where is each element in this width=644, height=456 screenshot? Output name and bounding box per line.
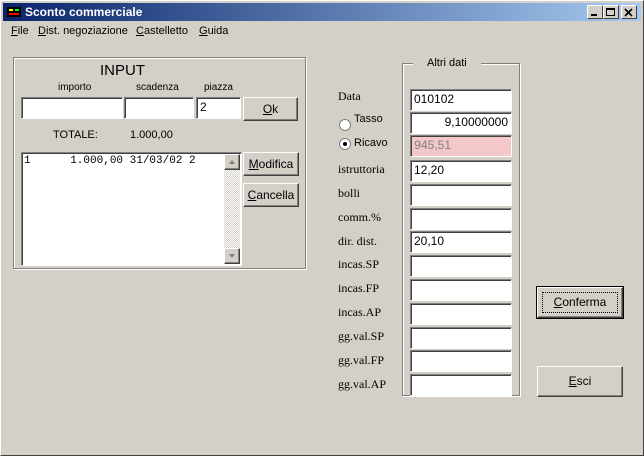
modifica-button[interactable]: Modifica bbox=[243, 152, 299, 176]
incas-fp-label: incas.FP bbox=[338, 281, 380, 295]
gg-val-fp-label: gg.val.FP bbox=[338, 353, 385, 367]
conferma-button[interactable]: Conferma bbox=[536, 286, 624, 319]
arrow-up-icon bbox=[229, 160, 235, 164]
minimize-button[interactable] bbox=[587, 5, 603, 19]
incas-fp-input[interactable] bbox=[410, 279, 512, 301]
ricavo-label[interactable]: Ricavo bbox=[354, 137, 388, 149]
gg-val-fp-input[interactable] bbox=[410, 350, 512, 372]
importo-label: importo bbox=[58, 82, 92, 93]
tasso-radio[interactable] bbox=[339, 119, 351, 131]
bolli-label: bolli bbox=[338, 186, 361, 200]
input-group-title: INPUT bbox=[100, 62, 145, 79]
window-title: Sconto commerciale bbox=[25, 5, 143, 19]
ricavo-value: 945,51 bbox=[410, 135, 512, 157]
arrow-down-icon bbox=[229, 254, 235, 258]
menu-guida[interactable]: Guida bbox=[199, 25, 228, 37]
comm-input[interactable] bbox=[410, 208, 512, 230]
dir-dist-input[interactable]: 20,10 bbox=[410, 231, 512, 253]
istruttoria-label: istruttoria bbox=[338, 162, 385, 176]
ricavo-radio[interactable] bbox=[339, 138, 351, 150]
entries-list[interactable]: 1 1.000,00 31/03/02 2 bbox=[21, 152, 242, 266]
gg-val-sp-label: gg.val.SP bbox=[338, 329, 385, 343]
piazza-input[interactable]: 2 bbox=[196, 97, 241, 119]
scroll-up-button[interactable] bbox=[224, 154, 240, 170]
incas-sp-label: incas.SP bbox=[338, 257, 380, 271]
totale-value: 1.000,00 bbox=[130, 129, 173, 141]
app-icon bbox=[7, 7, 21, 17]
bolli-input[interactable] bbox=[410, 184, 512, 206]
ricavo-radio-selected bbox=[343, 142, 347, 146]
data-label: Data bbox=[338, 89, 361, 103]
focus-rectangle bbox=[542, 292, 618, 313]
minimize-icon bbox=[591, 14, 597, 16]
scroll-down-button[interactable] bbox=[224, 248, 240, 264]
menu-file[interactable]: File bbox=[11, 25, 29, 37]
list-item[interactable]: 1 1.000,00 31/03/02 2 bbox=[24, 155, 223, 167]
main-window: Sconto commerciale File Dist. negoziazio… bbox=[0, 0, 644, 456]
menu-castelletto[interactable]: Castelletto bbox=[136, 25, 188, 37]
gg-val-ap-input[interactable] bbox=[410, 374, 512, 396]
esci-button[interactable]: Esci bbox=[537, 366, 623, 397]
piazza-label: piazza bbox=[204, 82, 233, 93]
incas-sp-input[interactable] bbox=[410, 255, 512, 277]
importo-input[interactable] bbox=[21, 97, 123, 119]
list-scrollbar[interactable] bbox=[224, 154, 240, 264]
close-button[interactable] bbox=[621, 5, 637, 19]
comm-label: comm.% bbox=[338, 210, 381, 224]
close-icon bbox=[624, 8, 633, 17]
altri-dati-title: Altri dati bbox=[413, 57, 481, 69]
incas-ap-input[interactable] bbox=[410, 303, 512, 325]
menu-dist-negoziazione[interactable]: Dist. negoziazione bbox=[38, 25, 128, 37]
gg-val-sp-input[interactable] bbox=[410, 327, 512, 349]
scadenza-input[interactable] bbox=[124, 97, 194, 119]
gg-val-ap-label: gg.val.AP bbox=[338, 377, 386, 391]
data-input[interactable]: 010102 bbox=[410, 89, 512, 111]
istruttoria-input[interactable]: 12,20 bbox=[410, 160, 512, 182]
maximize-button[interactable] bbox=[603, 5, 619, 19]
dir-dist-label: dir. dist. bbox=[338, 234, 378, 248]
menu-bar: File Dist. negoziazione Castelletto Guid… bbox=[3, 23, 641, 41]
title-bar[interactable]: Sconto commerciale bbox=[3, 3, 641, 21]
incas-ap-label: incas.AP bbox=[338, 305, 381, 319]
cancella-button[interactable]: Cancella bbox=[243, 183, 299, 207]
ok-button[interactable]: Ok bbox=[243, 97, 298, 121]
tasso-label[interactable]: Tasso bbox=[354, 113, 383, 125]
tasso-input[interactable]: 9,10000000 bbox=[410, 112, 512, 134]
scadenza-label: scadenza bbox=[136, 82, 179, 93]
maximize-icon bbox=[606, 8, 615, 16]
totale-label: TOTALE: bbox=[53, 129, 98, 141]
